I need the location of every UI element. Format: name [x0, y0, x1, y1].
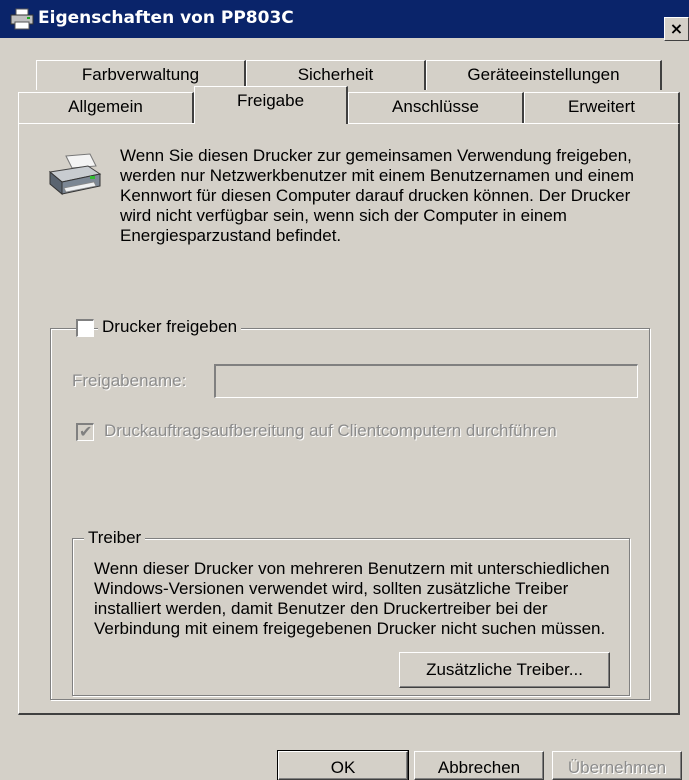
drivers-group-label: Treiber: [84, 528, 146, 548]
share-printer-checkbox[interactable]: [76, 319, 94, 337]
render-jobs-label: Druckauftragsaufbereitung auf Clientcomp…: [104, 421, 557, 440]
tab-geraeteeinstellungen[interactable]: Geräteeinstellungen: [426, 60, 662, 90]
ok-button[interactable]: OK: [277, 750, 409, 780]
window-title: Eigenschaften von PP803C: [38, 8, 294, 28]
printer-icon: [10, 8, 34, 30]
tab-erweitert[interactable]: Erweitert: [524, 92, 680, 123]
tab-anschluesse[interactable]: Anschlüsse: [348, 92, 524, 123]
additional-drivers-button[interactable]: Zusätzliche Treiber...: [399, 652, 610, 688]
tab-allgemein[interactable]: Allgemein: [18, 92, 194, 123]
share-name-label: Freigabename:: [72, 371, 187, 390]
shared-printer-icon: [48, 153, 102, 196]
share-name-input[interactable]: [214, 364, 638, 398]
cancel-button[interactable]: Abbrechen: [414, 751, 544, 780]
apply-button[interactable]: Übernehmen: [552, 751, 682, 780]
close-button[interactable]: ×: [664, 17, 689, 41]
drivers-description: Wenn dieser Drucker von mehreren Benutze…: [94, 559, 610, 638]
title-bar[interactable]: Eigenschaften von PP803C: [0, 0, 689, 38]
checkmark-icon: ✔: [79, 422, 93, 441]
render-jobs-checkbox[interactable]: ✔: [76, 422, 94, 441]
sharing-description: Wenn Sie diesen Drucker zur gemeinsamen …: [120, 146, 635, 245]
tab-freigabe[interactable]: Freigabe: [194, 86, 348, 124]
share-printer-label[interactable]: Drucker freigeben: [98, 317, 242, 337]
